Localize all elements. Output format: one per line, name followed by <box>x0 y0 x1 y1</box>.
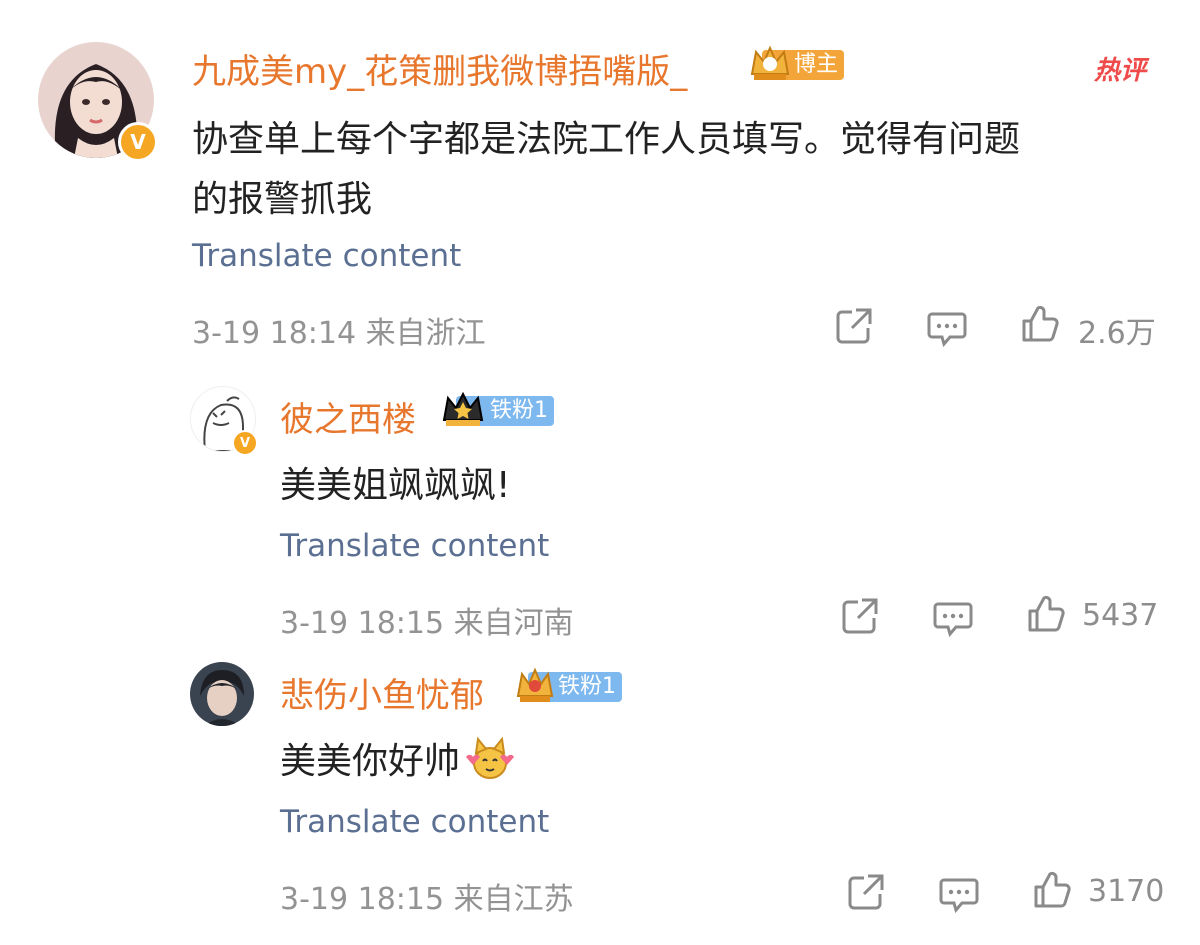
like-count: 3170 <box>1088 874 1165 909</box>
badge-label: 铁粉1 <box>490 398 548 423</box>
avatar-commenter-3[interactable] <box>190 662 254 726</box>
like-icon[interactable] <box>1032 870 1072 910</box>
share-icon[interactable] <box>840 596 880 636</box>
crown-icon <box>750 45 790 80</box>
translate-link[interactable]: Translate content <box>280 804 549 840</box>
share-icon[interactable] <box>834 306 874 346</box>
hot-comment-label: 热评 <box>1094 56 1147 86</box>
comment-text-content: 美美你好帅 <box>280 741 461 782</box>
verified-icon: V <box>232 430 258 456</box>
comment-text: 美美姐飒飒飒! <box>280 465 511 506</box>
blogger-badge: 博主 <box>750 45 845 80</box>
timestamp-location: 3-19 18:15 来自江苏 <box>280 882 574 917</box>
timestamp-location: 3-19 18:15 来自河南 <box>280 606 574 641</box>
comment-text-line-2: 的报警抓我 <box>192 179 373 220</box>
like-count: 5437 <box>1082 598 1159 633</box>
translate-link[interactable]: Translate content <box>280 528 549 564</box>
username-2[interactable]: 彼之西楼 <box>280 392 416 441</box>
share-icon[interactable] <box>846 872 886 912</box>
timestamp-location: 3-19 18:14 来自浙江 <box>192 316 486 351</box>
comment-text: 美美你好帅 <box>280 732 518 784</box>
like-count: 2.6万 <box>1078 316 1156 351</box>
comment-icon[interactable] <box>938 872 980 914</box>
like-icon[interactable] <box>1020 304 1060 344</box>
comment-text-line-1: 协查单上每个字都是法院工作人员填写。觉得有问题 <box>192 119 1021 160</box>
fan-badge: 铁粉1 <box>516 667 622 702</box>
emoji-icon <box>466 736 515 779</box>
fan-badge: 铁粉1 <box>442 391 554 426</box>
badge-label: 博主 <box>794 52 839 77</box>
crown-icon <box>516 667 554 702</box>
comment-icon[interactable] <box>932 596 974 638</box>
username-3[interactable]: 悲伤小鱼忧郁 <box>280 668 484 717</box>
crown-icon <box>442 391 484 426</box>
badge-label: 铁粉1 <box>558 674 616 699</box>
translate-link[interactable]: Translate content <box>192 238 461 274</box>
like-icon[interactable] <box>1026 594 1066 634</box>
comment-icon[interactable] <box>926 306 968 348</box>
verified-icon: V <box>118 122 158 162</box>
username-1[interactable]: 九成美my_花策删我微博捂嘴版_ <box>192 44 687 93</box>
